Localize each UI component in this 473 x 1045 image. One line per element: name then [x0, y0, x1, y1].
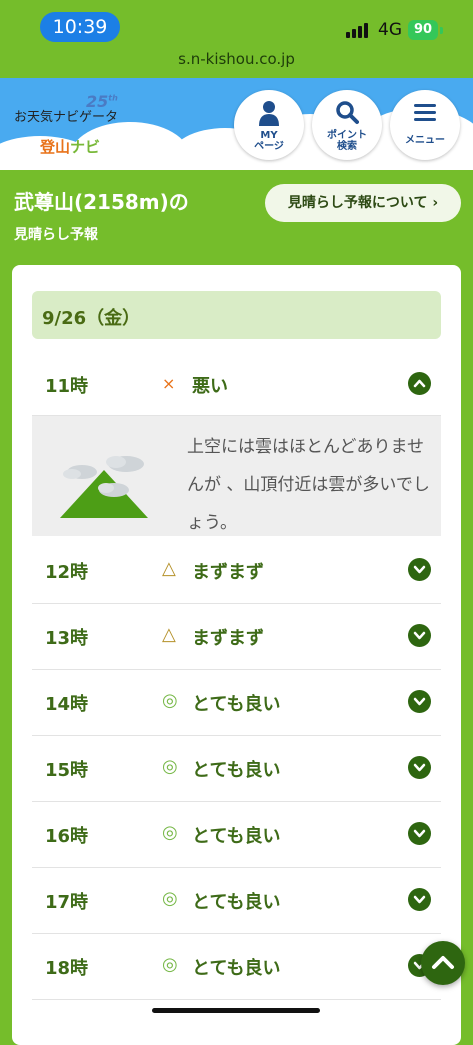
mountain-cloud-icon: [60, 456, 148, 518]
chevron-down-icon[interactable]: [408, 888, 431, 911]
bad-mark-icon: ×: [162, 374, 176, 393]
row-hour: 18時: [45, 958, 89, 979]
menu-icon: [414, 104, 436, 121]
row-hour: 16時: [45, 826, 89, 847]
battery-icon: 90: [408, 20, 438, 40]
chevron-up-icon: [432, 956, 454, 969]
row-rating: まずまず: [192, 562, 264, 583]
status-bar: 10:39 4G 90: [0, 0, 473, 48]
forecast-row-18[interactable]: 18時 ◎ とても良い: [32, 933, 441, 1000]
excellent-mark-icon: ◎: [162, 756, 178, 777]
status-time: 10:39: [40, 12, 120, 42]
cloud-decoration: [0, 158, 473, 170]
forecast-row-14[interactable]: 14時 ◎ とても良い: [32, 669, 441, 736]
forecast-row-12[interactable]: 12時 △ まずまず: [32, 537, 441, 604]
chevron-down-icon[interactable]: [408, 624, 431, 647]
logo-text: お天気ナビゲータ: [14, 110, 119, 125]
chevron-down-icon[interactable]: [408, 756, 431, 779]
menu-label: メニュー: [405, 135, 445, 146]
row-hour: 17時: [45, 892, 89, 913]
logo-sub: 登山ナビ: [40, 138, 101, 156]
battery-tip: [440, 27, 443, 34]
excellent-mark-icon: ◎: [162, 690, 178, 711]
chevron-down-icon[interactable]: [408, 822, 431, 845]
forecast-row-16[interactable]: 16時 ◎ とても良い: [32, 801, 441, 868]
forecast-date: 9/26（金）: [42, 308, 141, 329]
forecast-card: 9/26（金） 11時 × 悪い 上空には雲はほとんどありませんが 、山頂付近は…: [12, 265, 461, 1045]
row-hour: 13時: [45, 628, 89, 649]
row-hour: 14時: [45, 694, 89, 715]
page-title: 武尊山(2158m)の: [14, 190, 189, 214]
excellent-mark-icon: ◎: [162, 822, 178, 843]
my-page-label-1: MY: [260, 130, 278, 141]
excellent-mark-icon: ◎: [162, 888, 178, 909]
row-rating: とても良い: [192, 760, 281, 781]
scroll-to-top-button[interactable]: [421, 941, 465, 985]
signal-icon: [346, 22, 372, 38]
site-logo[interactable]: 25th お天気ナビゲータ 登山ナビ: [14, 92, 124, 156]
date-header: 9/26（金）: [32, 291, 441, 339]
forecast-row-17[interactable]: 17時 ◎ とても良い: [32, 867, 441, 934]
row-rating: 悪い: [192, 376, 228, 397]
home-indicator: [152, 1008, 320, 1013]
point-search-button[interactable]: ポイント 検索: [312, 90, 382, 160]
forecast-row-11[interactable]: 11時 × 悪い: [32, 351, 441, 416]
forecast-detail: 上空には雲はほとんどありませんが 、山頂付近は雲が多いでしょう。: [32, 416, 441, 536]
row-hour: 12時: [45, 562, 89, 583]
detail-text: 上空には雲はほとんどありませんが 、山頂付近は雲が多いでしょう。: [187, 437, 430, 533]
my-page-button[interactable]: MY ページ: [234, 90, 304, 160]
point-search-label-1: ポイント: [327, 130, 367, 141]
my-page-label-2: ページ: [254, 141, 284, 152]
row-hour: 15時: [45, 760, 89, 781]
forecast-row-15[interactable]: 15時 ◎ とても良い: [32, 735, 441, 802]
forecast-row-13[interactable]: 13時 △ まずまず: [32, 603, 441, 670]
chevron-down-icon[interactable]: [408, 558, 431, 581]
fair-mark-icon: △: [162, 558, 176, 579]
page-subtitle: 見晴らし予報: [14, 227, 98, 243]
point-search-label-2: 検索: [337, 141, 357, 152]
search-icon: [336, 101, 359, 124]
row-rating: とても良い: [192, 892, 281, 913]
row-rating: とても良い: [192, 826, 281, 847]
excellent-mark-icon: ◎: [162, 954, 178, 975]
row-rating: とても良い: [192, 958, 281, 979]
chevron-up-icon[interactable]: [408, 372, 431, 395]
network-label: 4G: [378, 20, 402, 40]
address-bar-url[interactable]: s.n-kishou.co.jp: [0, 50, 473, 68]
about-forecast-button[interactable]: 見晴らし予報について ›: [265, 184, 461, 222]
row-hour: 11時: [45, 376, 89, 397]
person-icon: [259, 101, 279, 126]
menu-button[interactable]: メニュー: [390, 90, 460, 160]
row-rating: まずまず: [192, 628, 264, 649]
site-header: 25th お天気ナビゲータ 登山ナビ MY ページ ポイント 検索 メニュー: [0, 78, 473, 170]
row-rating: とても良い: [192, 694, 281, 715]
chevron-down-icon[interactable]: [408, 690, 431, 713]
fair-mark-icon: △: [162, 624, 176, 645]
